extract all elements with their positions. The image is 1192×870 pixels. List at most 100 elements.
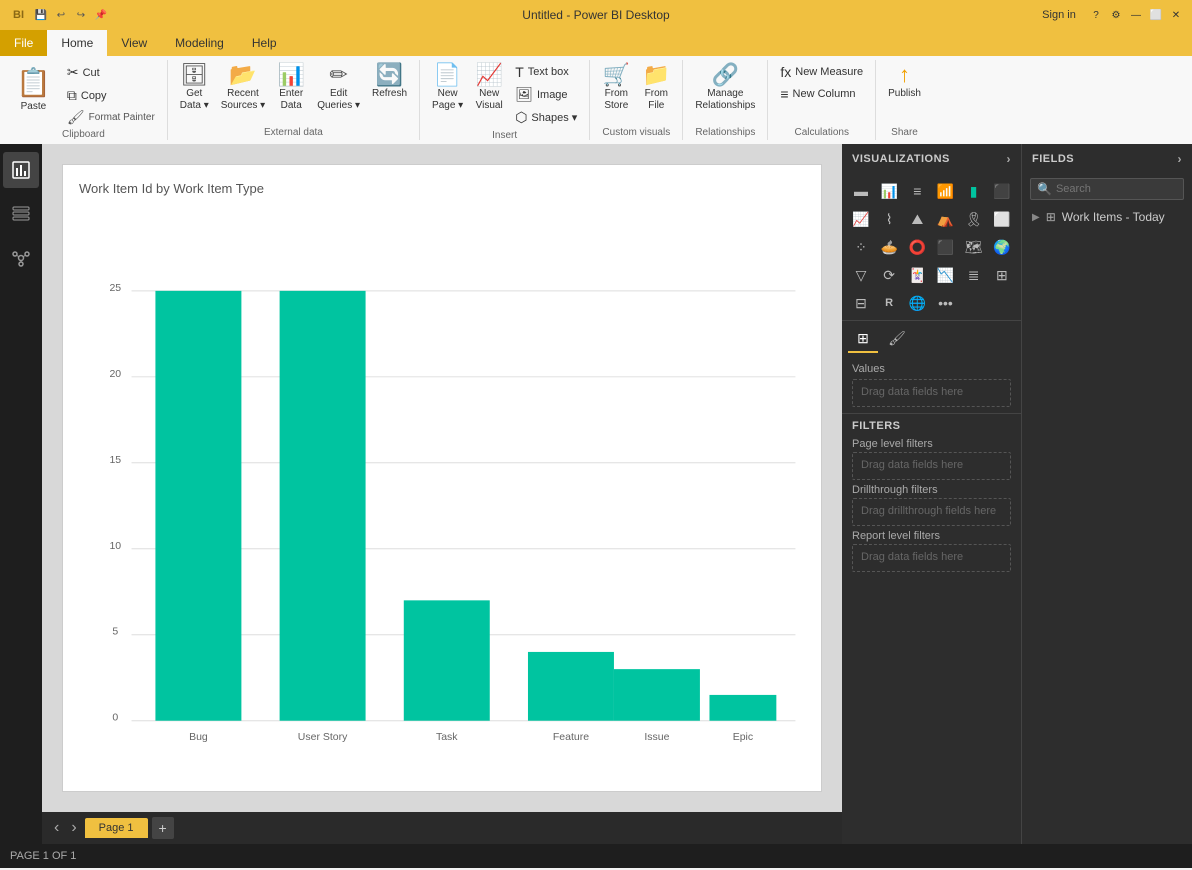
chart-card[interactable]: Work Item Id by Work Item Type 0 5 10 15… <box>62 164 822 792</box>
viz-kpi[interactable]: 📉 <box>932 262 958 288</box>
new-measure-button[interactable]: fx New Measure <box>776 62 867 82</box>
viz-scatter[interactable]: ⁘ <box>848 234 874 260</box>
tab-modeling[interactable]: Modeling <box>161 30 238 56</box>
sign-in-btn[interactable]: Sign in <box>1034 7 1084 23</box>
viz-area[interactable]: ⌇ <box>876 206 902 232</box>
ribbon-content: 📋 Paste ✂ Cut ⧉ Copy 🖌 Format Painter Cl… <box>0 56 1192 144</box>
new-column-button[interactable]: ≡ New Column <box>776 84 867 104</box>
fields-panel-chevron[interactable]: › <box>1178 152 1183 166</box>
from-file-button[interactable]: 📁 FromFile <box>638 62 674 114</box>
viz-map[interactable]: 🗺 <box>961 234 987 260</box>
viz-clustered-col[interactable]: ▮ <box>961 178 987 204</box>
manage-relationships-button[interactable]: 🔗 ManageRelationships <box>691 62 759 114</box>
viz-panel-chevron[interactable]: › <box>1007 152 1012 166</box>
tab-view[interactable]: View <box>107 30 161 56</box>
viz-r-script[interactable]: R <box>876 290 902 316</box>
visualizations-panel: VISUALIZATIONS › ▬ 📊 ≡ 📶 ▮ ⬛ 📈 ⌇ ⛰ ⛺ 🎗 ⬜ <box>842 144 1022 844</box>
save-icon[interactable]: 💾 <box>33 7 49 23</box>
undo-icon[interactable]: ↩ <box>53 7 69 23</box>
viz-stacked-col[interactable]: 📶 <box>932 178 958 204</box>
viz-matrix[interactable]: ⊟ <box>848 290 874 316</box>
from-file-icon: 📁 <box>643 64 670 86</box>
shapes-button[interactable]: ⬡ Shapes ▾ <box>511 107 581 128</box>
viz-stacked-bar[interactable]: ▬ <box>848 178 874 204</box>
add-page-button[interactable]: + <box>152 817 174 839</box>
enter-data-label: EnterData <box>279 88 303 112</box>
refresh-button[interactable]: 🔄 Refresh <box>368 62 411 102</box>
from-store-label: FromStore <box>604 88 628 112</box>
help-icon[interactable]: ? <box>1088 7 1104 23</box>
viz-donut[interactable]: ⭕ <box>904 234 930 260</box>
publish-button[interactable]: ↑ Publish <box>884 62 925 102</box>
viz-slicer[interactable]: ≣ <box>961 262 987 288</box>
get-data-button[interactable]: 🗄 GetData ▾ <box>176 62 213 114</box>
report-level-drag[interactable]: Drag data fields here <box>852 544 1011 572</box>
viz-card[interactable]: 🃏 <box>904 262 930 288</box>
svg-text:10: 10 <box>109 540 121 552</box>
viz-stacked-area[interactable]: ⛰ <box>904 206 930 232</box>
fields-search-box[interactable]: 🔍 <box>1030 178 1184 200</box>
viz-clustered-bar[interactable]: 📊 <box>876 178 902 204</box>
minimize-btn[interactable]: — <box>1128 7 1144 23</box>
fields-search-input[interactable] <box>1056 183 1192 195</box>
maximize-btn[interactable]: ⬜ <box>1148 7 1164 23</box>
values-drag-zone[interactable]: Drag data fields here <box>852 379 1011 407</box>
viz-pie[interactable]: 🥧 <box>876 234 902 260</box>
page-next-btn[interactable]: › <box>67 817 80 839</box>
page-level-drag[interactable]: Drag data fields here <box>852 452 1011 480</box>
new-page-button[interactable]: 📄 NewPage ▾ <box>428 62 467 114</box>
redo-icon[interactable]: ↪ <box>73 7 89 23</box>
right-panels: VISUALIZATIONS › ▬ 📊 ≡ 📶 ▮ ⬛ 📈 ⌇ ⛰ ⛺ 🎗 ⬜ <box>842 144 1192 844</box>
edit-queries-button[interactable]: ✏ EditQueries ▾ <box>313 62 364 114</box>
image-button[interactable]: 🖼 Image <box>511 84 581 105</box>
viz-100-col[interactable]: ⬛ <box>989 178 1015 204</box>
page-prev-btn[interactable]: ‹ <box>50 817 63 839</box>
new-visual-label: NewVisual <box>476 88 503 112</box>
page-tab-1[interactable]: Page 1 <box>85 818 148 838</box>
paste-label: Paste <box>21 101 47 112</box>
new-visual-button[interactable]: 📈 NewVisual <box>471 62 507 114</box>
nav-report-icon[interactable] <box>3 152 39 188</box>
viz-line[interactable]: 📈 <box>848 206 874 232</box>
tab-help[interactable]: Help <box>238 30 291 56</box>
cut-button[interactable]: ✂ Cut <box>63 62 159 83</box>
viz-line-col[interactable]: ⛺ <box>932 206 958 232</box>
enter-data-button[interactable]: 📊 EnterData <box>273 62 309 114</box>
viz-filled-map[interactable]: 🌍 <box>989 234 1015 260</box>
viz-table[interactable]: ⊞ <box>989 262 1015 288</box>
values-section: Values Drag data fields here <box>842 357 1021 413</box>
textbox-button[interactable]: T Text box <box>511 62 581 82</box>
nav-model-icon[interactable] <box>3 240 39 276</box>
viz-globe[interactable]: 🌐 <box>904 290 930 316</box>
main-area: Work Item Id by Work Item Type 0 5 10 15… <box>0 144 1192 844</box>
drillthrough-drag[interactable]: Drag drillthrough fields here <box>852 498 1011 526</box>
viz-ribbon[interactable]: 🎗 <box>961 206 987 232</box>
viz-waterfall[interactable]: ⬜ <box>989 206 1015 232</box>
custom-visuals-items: 🛒 FromStore 📁 FromFile <box>598 62 674 125</box>
field-item-work-items[interactable]: ▶ ⊞ Work Items - Today <box>1022 206 1192 228</box>
format-painter-button[interactable]: 🖌 Format Painter <box>63 108 159 127</box>
enter-data-icon: 📊 <box>278 64 305 86</box>
values-label: Values <box>852 363 1011 375</box>
viz-more[interactable]: ••• <box>932 290 958 316</box>
settings-icon[interactable]: ⚙ <box>1108 7 1124 23</box>
report-level-filter: Report level filters Drag data fields he… <box>852 530 1011 572</box>
viz-tab-fields[interactable]: ⊞ <box>848 325 878 353</box>
close-btn[interactable]: ✕ <box>1168 7 1184 23</box>
tab-file[interactable]: File <box>0 30 47 56</box>
drillthrough-filter: Drillthrough filters Drag drillthrough f… <box>852 484 1011 526</box>
recent-sources-button[interactable]: 📂 RecentSources ▾ <box>217 62 269 114</box>
from-store-button[interactable]: 🛒 FromStore <box>598 62 634 114</box>
tab-home[interactable]: Home <box>47 30 107 56</box>
viz-100-bar[interactable]: ≡ <box>904 178 930 204</box>
viz-treemap[interactable]: ⬛ <box>932 234 958 260</box>
calculations-group: fx New Measure ≡ New Column Calculations <box>768 60 876 140</box>
viz-funnel[interactable]: ▽ <box>848 262 874 288</box>
edit-queries-icon: ✏ <box>329 64 347 86</box>
copy-button[interactable]: ⧉ Copy <box>63 85 159 106</box>
fields-panel-header: FIELDS › <box>1022 144 1192 174</box>
paste-button[interactable]: 📋 Paste <box>8 62 59 116</box>
nav-data-icon[interactable] <box>3 196 39 232</box>
viz-gauge[interactable]: ⟳ <box>876 262 902 288</box>
viz-tab-format[interactable]: 🖌 <box>882 325 912 353</box>
